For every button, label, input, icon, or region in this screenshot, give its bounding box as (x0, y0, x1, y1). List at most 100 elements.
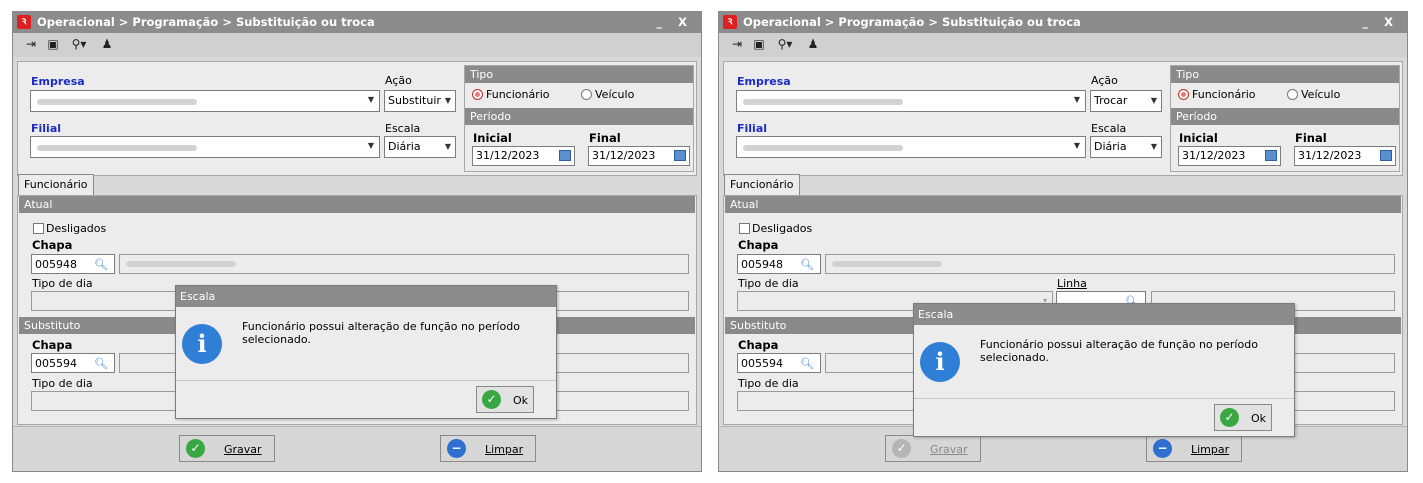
calendar-icon[interactable] (1380, 150, 1392, 161)
chevron-down-icon: ▼ (367, 95, 374, 104)
escala-select[interactable]: Diária ▼ (384, 136, 456, 158)
calendar-icon[interactable] (674, 150, 686, 161)
radio-funcionario[interactable] (1178, 89, 1189, 100)
gravar-button[interactable]: ✓ Gravar (885, 435, 981, 462)
window-right: ꝛ Operacional > Programação > Substituiç… (718, 11, 1408, 472)
user-icon[interactable]: ♟ (99, 37, 115, 52)
dialog-title: Escala (914, 304, 1294, 325)
acao-value: Trocar (1094, 94, 1128, 107)
inicial-date-input[interactable]: 31/12/2023 (1178, 146, 1281, 166)
chevron-down-icon: ▼ (1150, 96, 1157, 105)
calendar-icon[interactable] (1265, 150, 1277, 161)
empresa-select[interactable]: ▼ (30, 90, 380, 112)
desligados-label: Desligados (752, 222, 813, 235)
toolbar: ⇥ ▣ ⚲▾ ♟ (13, 33, 701, 57)
calendar-icon[interactable] (559, 150, 571, 161)
dialog-title: Escala (176, 286, 556, 307)
radio-veiculo[interactable] (581, 89, 592, 100)
chevron-down-icon: ▼ (444, 96, 451, 105)
check-icon: ✓ (186, 439, 205, 458)
chapa-label: Chapa (738, 238, 779, 252)
tipo-dia-sub-label: Tipo de dia (32, 377, 93, 390)
minus-icon: − (1153, 439, 1172, 458)
final-label: Final (589, 131, 621, 145)
desligados-label: Desligados (46, 222, 107, 235)
limpar-button[interactable]: − Limpar (1146, 435, 1242, 462)
acao-select[interactable]: Substituir ▼ (384, 90, 456, 112)
escala-label: Escala (385, 122, 421, 135)
search-dropdown-icon[interactable]: ⚲▾ (67, 37, 91, 52)
chevron-down-icon: ▼ (1073, 141, 1080, 150)
chapa-sub-input[interactable]: 005594 🔍︎ (737, 353, 821, 373)
acao-select[interactable]: Trocar ▼ (1090, 90, 1162, 112)
tab-funcionario[interactable]: Funcionário (18, 174, 94, 196)
tab-funcionario[interactable]: Funcionário (724, 174, 800, 196)
screen-icon[interactable]: ▣ (751, 37, 767, 52)
inicial-date-input[interactable]: 31/12/2023 (472, 146, 575, 166)
info-icon: i (920, 342, 960, 382)
message-dialog: Escala i Funcionário possui alteração de… (175, 285, 557, 419)
ok-button[interactable]: ✓ Ok (476, 386, 534, 413)
inicial-label: Inicial (1179, 131, 1218, 145)
screen-icon[interactable]: ▣ (45, 37, 61, 52)
final-date-input[interactable]: 31/12/2023 (1294, 146, 1396, 166)
search-icon[interactable]: 🔍︎ (94, 258, 108, 271)
window-title: Operacional > Programação > Substituição… (37, 15, 375, 29)
window-controls[interactable]: _ X (1362, 12, 1399, 33)
toolbar: ⇥ ▣ ⚲▾ ♟ (719, 33, 1407, 57)
app-logo-icon: ꝛ (723, 15, 737, 29)
search-icon[interactable]: 🔍︎ (800, 357, 814, 370)
escala-select[interactable]: Diária ▼ (1090, 136, 1162, 158)
escala-value: Diária (1094, 140, 1127, 153)
chapa-atual-name (825, 254, 1395, 274)
message-dialog: Escala i Funcionário possui alteração de… (913, 303, 1295, 437)
empresa-label: Empresa (31, 75, 85, 88)
exit-icon[interactable]: ⇥ (23, 37, 39, 52)
app-logo-icon: ꝛ (17, 15, 31, 29)
chapa-atual-input[interactable]: 005948 🔍︎ (737, 254, 821, 274)
acao-label: Ação (385, 74, 412, 87)
search-dropdown-icon[interactable]: ⚲▾ (773, 37, 797, 52)
radio-veiculo-label: Veículo (595, 88, 635, 101)
chapa-atual-name (119, 254, 689, 274)
search-icon[interactable]: 🔍︎ (94, 357, 108, 370)
window-controls[interactable]: _ X (656, 12, 693, 33)
linha-label: Linha (1057, 277, 1087, 290)
exit-icon[interactable]: ⇥ (729, 37, 745, 52)
radio-funcionario-label: Funcionário (1192, 88, 1256, 101)
radio-funcionario[interactable] (472, 89, 483, 100)
tipo-dia-label: Tipo de dia (738, 277, 799, 290)
acao-value: Substituir (388, 94, 441, 107)
desligados-checkbox[interactable] (739, 223, 750, 234)
chapa-sub-label: Chapa (32, 338, 73, 352)
final-label: Final (1295, 131, 1327, 145)
gravar-button[interactable]: ✓ Gravar (179, 435, 275, 462)
title-bar: ꝛ Operacional > Programação > Substituiç… (13, 12, 701, 33)
chevron-down-icon: ▼ (1150, 142, 1157, 151)
check-icon: ✓ (482, 390, 501, 409)
chevron-down-icon: ▼ (1073, 95, 1080, 104)
chapa-sub-label: Chapa (738, 338, 779, 352)
radio-veiculo[interactable] (1287, 89, 1298, 100)
escala-value: Diária (388, 140, 421, 153)
user-icon[interactable]: ♟ (805, 37, 821, 52)
desligados-checkbox[interactable] (33, 223, 44, 234)
filial-select[interactable]: ▼ (736, 136, 1086, 158)
limpar-button[interactable]: − Limpar (440, 435, 536, 462)
dialog-message: Funcionário possui alteração de função n… (980, 338, 1258, 364)
search-icon[interactable]: 🔍︎ (800, 258, 814, 271)
filial-label: Filial (31, 122, 62, 135)
inicial-label: Inicial (473, 131, 512, 145)
dialog-divider (176, 380, 556, 381)
tipo-dia-label: Tipo de dia (32, 277, 93, 290)
filial-select[interactable]: ▼ (30, 136, 380, 158)
escala-label: Escala (1091, 122, 1127, 135)
ok-button[interactable]: ✓ Ok (1214, 404, 1272, 431)
final-date-input[interactable]: 31/12/2023 (588, 146, 690, 166)
empresa-select[interactable]: ▼ (736, 90, 1086, 112)
radio-funcionario-label: Funcionário (486, 88, 550, 101)
chapa-sub-input[interactable]: 005594 🔍︎ (31, 353, 115, 373)
chapa-atual-input[interactable]: 005948 🔍︎ (31, 254, 115, 274)
periodo-header: Período (1171, 108, 1399, 125)
chapa-label: Chapa (32, 238, 73, 252)
